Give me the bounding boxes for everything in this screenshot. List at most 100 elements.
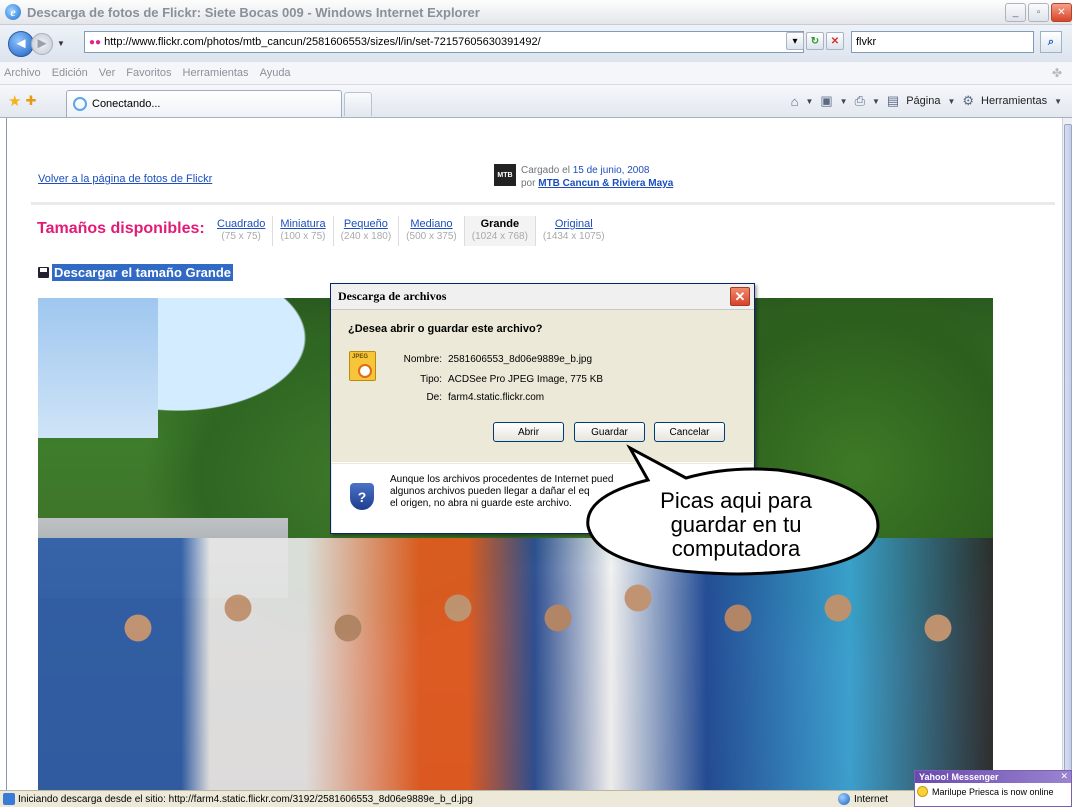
page-icon: ▤	[886, 93, 900, 108]
window-title: Descarga de fotos de Flickr: Siete Bocas…	[27, 4, 480, 20]
dialog-question: ¿Desea abrir o guardar este archivo?	[348, 323, 543, 335]
sizes-heading: Tamaños disponibles:	[37, 220, 205, 237]
dialog-title: Descarga de archivos	[331, 284, 754, 310]
new-tab-button[interactable]	[344, 92, 372, 116]
page-menu-button[interactable]: Página	[906, 95, 940, 107]
back-to-photos-link[interactable]: Volver a la página de fotos de Flickr	[38, 173, 212, 185]
feeds-icon[interactable]: ▣	[820, 93, 832, 109]
address-actions: ▾ ↻ ✕	[786, 32, 844, 50]
home-icon[interactable]: ⌂	[791, 94, 799, 109]
ie-window: e Descarga de fotos de Flickr: Siete Boc…	[0, 0, 1072, 807]
size-name: Grande	[480, 218, 520, 230]
tools-menu-button[interactable]: Herramientas	[981, 95, 1047, 107]
security-shield-icon: ?	[350, 483, 374, 510]
print-dropdown-icon[interactable]: ▼	[872, 97, 880, 106]
tools-dropdown-icon[interactable]: ▼	[1054, 97, 1062, 106]
open-button[interactable]: Abrir	[493, 422, 564, 442]
minimize-button[interactable]: _	[1005, 3, 1026, 22]
stop-icon[interactable]: ✕	[826, 32, 844, 50]
favorites-star-icon[interactable]: ★	[8, 92, 21, 110]
dialog-close-button[interactable]: ✕	[730, 287, 750, 306]
type-value: ACDSee Pro JPEG Image, 775 KB	[448, 374, 604, 385]
size-options: Cuadrado (75 x 75) Miniatura (100 x 75) …	[210, 216, 612, 246]
tools-icon: ⚙	[962, 93, 975, 108]
address-text: http://www.flickr.com/photos/mtb_cancun/…	[104, 36, 541, 48]
size-dims: (1024 x 768)	[471, 231, 528, 242]
tab-current[interactable]: Conectando...	[66, 90, 342, 117]
callout-line: guardar en tu	[670, 512, 802, 537]
size-option-cuadrado[interactable]: Cuadrado (75 x 75)	[210, 216, 274, 246]
security-zone[interactable]: Internet	[838, 793, 888, 805]
name-label: Nombre:	[403, 354, 442, 365]
notification-message: Marilupe Priesca is now online	[932, 786, 1054, 797]
save-button[interactable]: Guardar	[574, 422, 645, 442]
name-value: 2581606553_8d06e9889e_b.jpg	[448, 354, 593, 365]
loading-icon	[73, 97, 87, 111]
home-dropdown-icon[interactable]: ▼	[805, 97, 813, 106]
notification-body: Marilupe Priesca is now online	[915, 783, 1071, 800]
cancel-button[interactable]: Cancelar	[654, 422, 725, 442]
zone-label: Internet	[854, 793, 888, 805]
forward-button[interactable]: ►	[31, 32, 53, 55]
callout-line: Picas aqui para	[660, 488, 812, 513]
callout-line: computadora	[671, 536, 801, 561]
search-icon[interactable]: ⌕	[1040, 31, 1062, 53]
maximize-button[interactable]: ▫	[1028, 3, 1049, 22]
size-name: Pequeño	[343, 218, 388, 230]
uploader-link[interactable]: MTB Cancun & Riviera Maya	[538, 178, 673, 189]
notification-title: Yahoo! Messenger	[915, 771, 1071, 783]
flickr-favicon-icon: ●●	[89, 36, 102, 48]
throbber-icon: ✤	[1052, 66, 1063, 80]
uploader-avatar[interactable]: MTB	[494, 164, 516, 186]
floppy-disk-icon	[38, 267, 49, 278]
window-controls: _ ▫ ✕	[1005, 3, 1072, 22]
size-name: Miniatura	[280, 218, 326, 230]
status-text: Iniciando descarga desde el sitio: http:…	[18, 793, 473, 805]
menu-bar: Archivo Edición Ver Favoritos Herramient…	[0, 62, 1072, 85]
menu-item-herramientas[interactable]: Herramientas	[183, 67, 249, 79]
from-label: De:	[426, 392, 442, 403]
photo-sky	[38, 298, 158, 438]
download-large-link[interactable]: Descargar el tamaño Grande	[38, 264, 234, 281]
menu-item-edicion[interactable]: Edición	[52, 67, 88, 79]
menu-item-ayuda[interactable]: Ayuda	[260, 67, 291, 79]
command-bar: ⌂ ▼ ▣ ▼ ⎙ ▼ ▤ Página ▼ ⚙ Herramientas ▼	[791, 93, 1062, 109]
vertical-scrollbar[interactable]	[1062, 118, 1072, 790]
size-name: Mediano	[410, 218, 453, 230]
menu-item-favoritos[interactable]: Favoritos	[126, 67, 171, 79]
menu-item-ver[interactable]: Ver	[99, 67, 116, 79]
close-window-button[interactable]: ✕	[1051, 3, 1072, 22]
size-option-miniatura[interactable]: Miniatura (100 x 75)	[273, 216, 334, 246]
search-input[interactable]: flvkr	[851, 31, 1034, 53]
size-option-original[interactable]: Original (1434 x 1075)	[536, 216, 612, 246]
messenger-notification[interactable]: Yahoo! Messenger ✕ Marilupe Priesca is n…	[914, 770, 1072, 807]
size-dims: (1434 x 1075)	[542, 231, 605, 242]
address-dropdown-icon[interactable]: ▾	[786, 32, 804, 50]
notification-close-icon[interactable]: ✕	[1060, 771, 1068, 782]
scrollbar-thumb[interactable]	[1064, 124, 1072, 784]
smiley-icon	[917, 786, 928, 797]
globe-icon	[838, 793, 850, 805]
menu-item-archivo[interactable]: Archivo	[4, 67, 41, 79]
history-dropdown-icon[interactable]: ▼	[57, 39, 65, 48]
size-dims: (240 x 180)	[340, 231, 392, 242]
from-value: farm4.static.flickr.com	[448, 392, 545, 403]
add-favorite-icon[interactable]: ✚	[25, 93, 36, 109]
upload-date-link[interactable]: 15 de junio, 2008	[573, 165, 650, 176]
feeds-dropdown-icon[interactable]: ▼	[840, 97, 848, 106]
callout-text: Picas aqui para guardar en tu computador…	[598, 489, 874, 561]
size-option-pequeno[interactable]: Pequeño (240 x 180)	[334, 216, 400, 246]
ie-logo-icon: e	[5, 4, 21, 20]
print-icon[interactable]: ⎙	[855, 93, 865, 109]
size-option-mediano[interactable]: Mediano (500 x 375)	[399, 216, 465, 246]
address-toolbar: ◄ ► ▼ ●● http://www.flickr.com/photos/mt…	[0, 25, 1072, 62]
refresh-icon[interactable]: ↻	[806, 32, 824, 50]
upload-info: Cargado el 15 de junio, 2008 por MTB Can…	[521, 164, 673, 190]
address-input[interactable]: ●● http://www.flickr.com/photos/mtb_canc…	[84, 31, 804, 53]
tab-label: Conectando...	[92, 98, 161, 110]
size-dims: (500 x 375)	[406, 231, 457, 242]
size-dims: (100 x 75)	[280, 231, 326, 242]
page-dropdown-icon[interactable]: ▼	[947, 97, 955, 106]
status-bar: Iniciando descarga desde el sitio: http:…	[0, 790, 1072, 807]
uploaded-by: por	[521, 178, 536, 189]
